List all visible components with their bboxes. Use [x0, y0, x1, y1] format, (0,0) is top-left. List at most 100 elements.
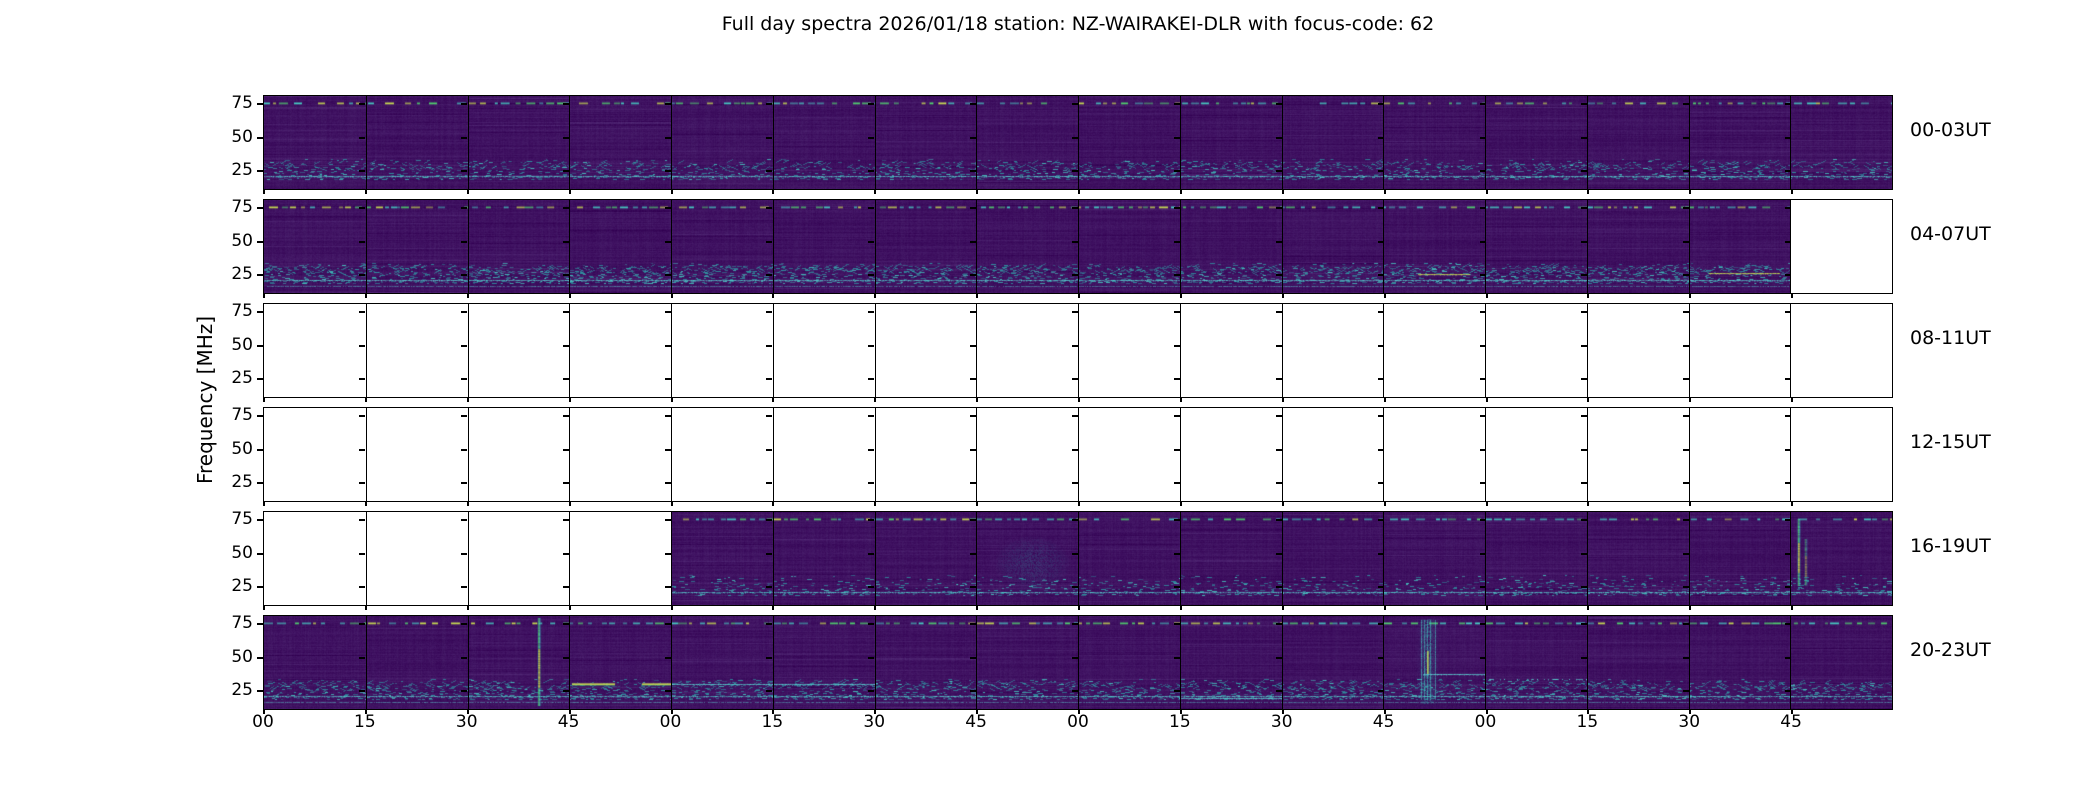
y-tick-mark [1581, 690, 1588, 692]
spectrogram-panel [365, 616, 468, 709]
y-tick-mark [1785, 449, 1792, 451]
y-tick-mark [1479, 482, 1486, 484]
y-tick-mark [460, 345, 467, 347]
spectrogram-panel [874, 200, 977, 293]
spectrogram-panel [1179, 512, 1282, 605]
y-tick-mark [766, 345, 773, 347]
panel-divider [1790, 616, 1791, 709]
y-tick-mark [766, 103, 773, 105]
y-tick-mark [460, 137, 467, 139]
y-tick-mark [460, 519, 467, 521]
y-tick-mark [1785, 586, 1792, 588]
y-tick-mark [766, 415, 773, 417]
row-time-label: 08-11UT [1910, 327, 1991, 349]
panel-divider [671, 616, 672, 709]
y-tick-mark [358, 519, 365, 521]
panel-divider [671, 512, 672, 605]
panel-divider [366, 200, 367, 293]
x-tick-mark [670, 398, 673, 402]
y-tick-mark [1377, 623, 1384, 625]
empty-panel [264, 408, 366, 501]
panel-divider [569, 304, 570, 397]
y-tick-mark [257, 449, 263, 451]
panel-divider [1689, 200, 1690, 293]
panel-divider [1790, 304, 1791, 397]
panel-divider [366, 512, 367, 605]
y-tick-mark [1377, 137, 1384, 139]
y-tick-mark [358, 170, 365, 172]
x-tick-mark [1587, 606, 1590, 610]
panel-divider [1180, 304, 1181, 397]
spectrogram-panel [976, 200, 1078, 293]
y-tick-mark [460, 170, 467, 172]
y-tick-mark [1683, 519, 1690, 521]
y-tick-mark [1377, 449, 1384, 451]
panel-divider [1383, 512, 1384, 605]
spectrogram-panel [1586, 96, 1689, 189]
y-tick-mark [1173, 415, 1180, 417]
empty-panel [365, 408, 468, 501]
y-tick-label: 50 [231, 127, 253, 147]
panel-divider [976, 408, 977, 501]
x-tick-mark [1587, 502, 1590, 506]
y-tick-mark [1173, 207, 1180, 209]
spectrogram-panel [1179, 96, 1282, 189]
x-tick-mark [1383, 502, 1386, 506]
y-tick-mark [970, 657, 977, 659]
y-tick-mark [1072, 415, 1078, 417]
y-tick-mark [562, 170, 569, 172]
panel-divider [1078, 408, 1079, 501]
empty-panel [1383, 304, 1485, 397]
empty-panel [976, 408, 1078, 501]
y-tick-mark [358, 657, 365, 659]
x-tick-mark [1587, 398, 1590, 402]
y-tick-mark [358, 482, 365, 484]
x-tick-mark [1485, 294, 1488, 298]
y-tick-mark [1785, 345, 1792, 347]
spectrogram-panel [569, 96, 671, 189]
y-tick-label: 25 [231, 472, 253, 492]
y-tick-mark [1072, 482, 1078, 484]
y-tick-mark [562, 657, 569, 659]
y-tick-mark [1275, 623, 1282, 625]
y-tick-mark [562, 103, 569, 105]
spectrogram-panel [671, 512, 773, 605]
x-tick-mark [364, 294, 367, 298]
spectrogram-panel [467, 616, 570, 709]
row-time-label: 12-15UT [1910, 431, 1991, 453]
y-tick-mark [1785, 170, 1792, 172]
y-tick-mark [1581, 623, 1588, 625]
x-tick-mark [976, 294, 979, 298]
y-tick-mark [1683, 103, 1690, 105]
panel-divider [1485, 408, 1486, 501]
y-tick-mark [664, 311, 671, 313]
spectrogram-panel [772, 616, 875, 709]
y-tick-mark [1072, 586, 1078, 588]
empty-panel [1586, 408, 1689, 501]
empty-panel [1281, 304, 1384, 397]
y-tick-mark [1275, 170, 1282, 172]
y-tick-mark [1072, 137, 1078, 139]
x-tick-mark [1689, 294, 1692, 298]
panel-divider [569, 200, 570, 293]
x-tick-label: 30 [455, 712, 478, 732]
y-tick-mark [358, 345, 365, 347]
y-tick-mark [562, 449, 569, 451]
y-tick-mark [664, 482, 671, 484]
x-tick-label: 45 [1372, 712, 1395, 732]
y-tick-mark [257, 103, 263, 105]
x-tick-mark [1689, 190, 1692, 194]
panel-divider [1078, 304, 1079, 397]
y-tick-mark [1275, 586, 1282, 588]
x-tick-mark [976, 398, 979, 402]
y-tick-mark [257, 274, 263, 276]
y-tick-mark [1479, 137, 1486, 139]
spectrogram-panel [1688, 200, 1791, 293]
panel-divider [976, 616, 977, 709]
empty-panel [1790, 200, 1892, 293]
x-tick-mark [1689, 398, 1692, 402]
panel-divider [1383, 96, 1384, 189]
y-tick-mark [562, 137, 569, 139]
y-tick-mark [1173, 241, 1180, 243]
panel-divider [1587, 408, 1588, 501]
